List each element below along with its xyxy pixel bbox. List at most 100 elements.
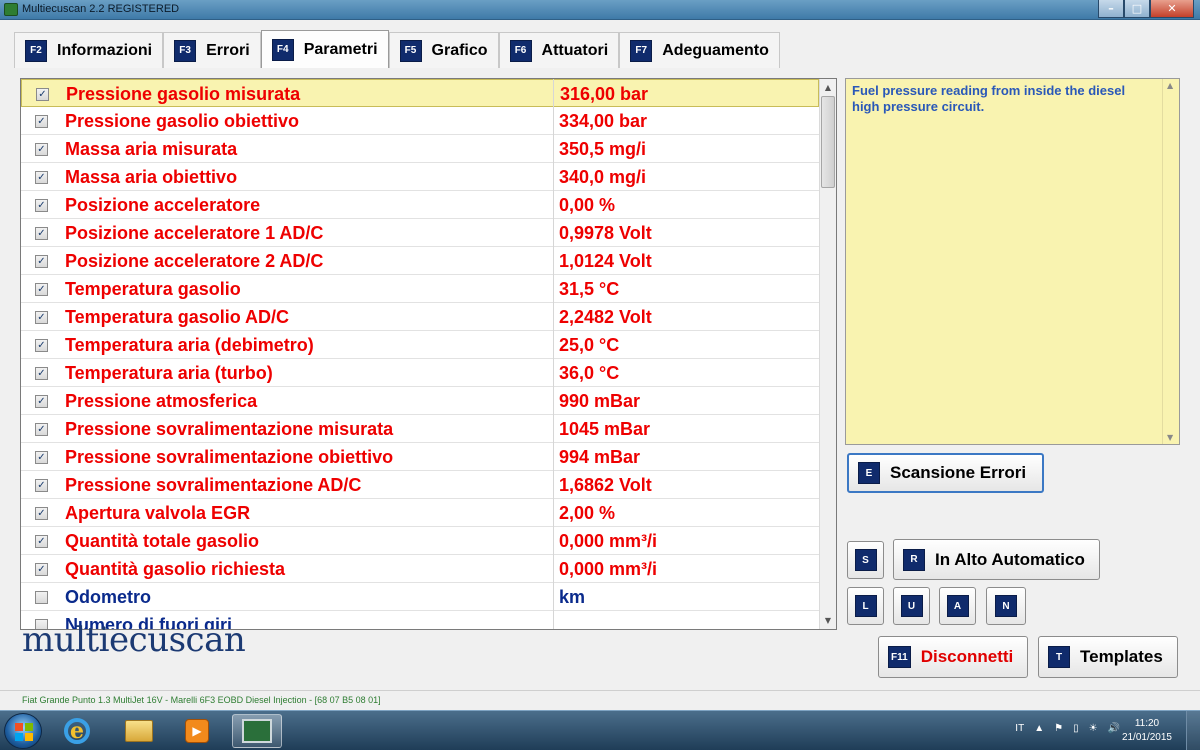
parameter-checkbox[interactable]: ✓: [35, 143, 48, 156]
auto-top-button[interactable]: R In Alto Automatico: [893, 539, 1100, 580]
tab-informazioni[interactable]: F2 Informazioni: [14, 32, 164, 68]
s-button[interactable]: S: [847, 541, 884, 579]
parameter-row[interactable]: ✓ Pressione atmosferica 990 mBar: [21, 387, 819, 415]
parameter-row[interactable]: ✓ Posizione acceleratore 2 AD/C 1,0124 Vol…: [21, 247, 819, 275]
media-player-icon: ▶: [185, 719, 209, 743]
parameter-row[interactable]: ✓ Temperatura aria (turbo) 36,0 °C: [21, 359, 819, 387]
close-button[interactable]: ✕: [1150, 0, 1194, 18]
title-bar[interactable]: Multiecuscan 2.2 REGISTERED – □ ✕: [0, 0, 1200, 20]
tab-label: Attuatori: [541, 41, 609, 59]
tab-attuatori[interactable]: F6 Attuatori: [498, 32, 620, 68]
parameter-checkbox[interactable]: ✓: [35, 563, 48, 576]
taskbar-internet-explorer[interactable]: e: [52, 714, 102, 748]
internet-explorer-icon: e: [64, 718, 90, 744]
parameter-row[interactable]: ✓ Pressione gasolio obiettivo 334,00 bar: [21, 107, 819, 135]
parameter-checkbox[interactable]: ✓: [35, 507, 48, 520]
tab-label: Adeguamento: [662, 41, 769, 59]
parameter-row[interactable]: ✓ Temperatura aria (debimetro) 25,0 °C: [21, 331, 819, 359]
parameter-row[interactable]: ✓ Massa aria misurata 350,5 mg/i: [21, 135, 819, 163]
key-badge: T: [1048, 646, 1070, 668]
parameter-checkbox[interactable]: ✓: [35, 339, 48, 352]
parameter-checkbox[interactable]: ✓: [35, 311, 48, 324]
tab-errori[interactable]: F3 Errori: [163, 32, 261, 68]
scroll-up-icon[interactable]: ▲: [1167, 81, 1173, 90]
parameter-checkbox[interactable]: ✓: [35, 255, 48, 268]
tab-parametri[interactable]: F4 Parametri: [260, 30, 389, 68]
parameter-row[interactable]: ✓ Pressione gasolio misurata 316,00 bar: [21, 79, 819, 107]
clock[interactable]: 11:20 21/01/2015: [1122, 717, 1172, 745]
maximize-button[interactable]: □: [1124, 0, 1150, 18]
button-label: Scansione Errori: [890, 463, 1027, 482]
parameter-row[interactable]: Odometro km: [21, 583, 819, 611]
parameter-row[interactable]: ✓ Temperatura gasolio AD/C 2,2482 Volt: [21, 303, 819, 331]
scroll-down-icon[interactable]: ▼: [820, 612, 836, 629]
fkey-badge: F2: [25, 39, 47, 62]
power-icon[interactable]: ☀: [1089, 723, 1098, 734]
parameter-value: 0,000 mm³/i: [559, 531, 658, 551]
parameter-value: 2,00 %: [559, 503, 616, 523]
taskbar-file-explorer[interactable]: [114, 714, 164, 748]
parameter-row[interactable]: ✓ Posizione acceleratore 0,00 %: [21, 191, 819, 219]
parameter-list[interactable]: Numero di fuori giri Odometro km ✓ Quantità …: [20, 78, 837, 630]
description-scrollbar[interactable]: ▲ ▼: [1162, 79, 1179, 444]
n-button[interactable]: N: [986, 587, 1026, 625]
parameter-checkbox[interactable]: ✓: [35, 367, 48, 380]
list-scrollbar[interactable]: ▲ ▼: [819, 79, 836, 629]
parameter-checkbox[interactable]: ✓: [35, 115, 48, 128]
u-button[interactable]: U: [893, 587, 930, 625]
parameter-checkbox[interactable]: ✓: [35, 451, 48, 464]
parameter-checkbox[interactable]: ✓: [35, 395, 48, 408]
parameter-row[interactable]: ✓ Apertura valvola EGR 2,00 %: [21, 499, 819, 527]
scroll-thumb[interactable]: [821, 96, 835, 188]
parameter-row[interactable]: ✓ Pressione sovralimentazione misurata 104…: [21, 415, 819, 443]
key-badge: E: [858, 462, 880, 484]
parameter-row[interactable]: ✓ Quantità gasolio richiesta 0,000 mm³/i: [21, 555, 819, 583]
parameter-value: 350,5 mg/i: [559, 139, 647, 159]
parameter-checkbox[interactable]: ✓: [35, 227, 48, 240]
description-text: Fuel pressure reading from inside the di…: [852, 83, 1126, 114]
parameter-value: 334,00 bar: [559, 111, 648, 131]
taskbar-multiecuscan[interactable]: [232, 714, 282, 748]
taskbar-media-player[interactable]: ▶: [172, 714, 222, 748]
parameter-checkbox[interactable]: ✓: [35, 423, 48, 436]
parameter-checkbox[interactable]: ✓: [35, 199, 48, 212]
parameter-checkbox[interactable]: [35, 591, 48, 604]
parameter-checkbox[interactable]: ✓: [36, 88, 49, 101]
show-hidden-icons-icon[interactable]: ▲: [1034, 723, 1044, 734]
scroll-down-icon[interactable]: ▼: [1167, 433, 1173, 442]
parameter-checkbox[interactable]: ✓: [35, 535, 48, 548]
tab-grafico[interactable]: F5 Grafico: [388, 32, 499, 68]
parameter-name: Odometro: [65, 587, 152, 607]
parameter-row[interactable]: ✓ Posizione acceleratore 1 AD/C 0,9978 Vol…: [21, 219, 819, 247]
scroll-up-icon[interactable]: ▲: [820, 79, 836, 96]
parameter-checkbox[interactable]: ✓: [35, 283, 48, 296]
disconnect-button[interactable]: F11 Disconnetti: [878, 636, 1028, 678]
parameter-row[interactable]: ✓ Massa aria obiettivo 340,0 mg/i: [21, 163, 819, 191]
show-desktop-button[interactable]: [1186, 711, 1200, 750]
language-indicator[interactable]: IT: [1015, 723, 1024, 734]
volume-icon[interactable]: 🔊: [1108, 723, 1120, 734]
parameter-row[interactable]: ✓ Pressione sovralimentazione obiettivo 99…: [21, 443, 819, 471]
folder-icon: [125, 720, 153, 742]
parameter-row[interactable]: ✓ Pressione sovralimentazione AD/C 1,6862 …: [21, 471, 819, 499]
usb-device-icon[interactable]: ▯: [1073, 723, 1079, 734]
action-center-flag-icon[interactable]: ⚑: [1054, 723, 1063, 734]
l-button[interactable]: L: [847, 587, 884, 625]
parameter-name: Massa aria obiettivo: [65, 167, 238, 187]
parameter-name: Temperatura aria (turbo): [65, 363, 273, 383]
a-button[interactable]: A: [939, 587, 976, 625]
minimize-button[interactable]: –: [1098, 0, 1124, 18]
parameter-row[interactable]: ✓ Temperatura gasolio 31,5 °C: [21, 275, 819, 303]
parameter-checkbox[interactable]: ✓: [35, 479, 48, 492]
main-window: F2 Informazioni F3 Errori F4 Parametri F…: [0, 20, 1200, 690]
scan-errors-button[interactable]: E Scansione Errori: [847, 453, 1044, 493]
parameter-value: km: [559, 587, 586, 607]
start-button[interactable]: [4, 713, 42, 749]
parameter-checkbox[interactable]: ✓: [35, 171, 48, 184]
templates-button[interactable]: T Templates: [1038, 636, 1178, 678]
tab-adeguamento[interactable]: F7 Adeguamento: [619, 32, 780, 68]
parameter-value: 0,9978 Volt: [559, 223, 652, 243]
parameter-row[interactable]: ✓ Quantità totale gasolio 0,000 mm³/i: [21, 527, 819, 555]
parameter-name: Posizione acceleratore: [65, 195, 261, 215]
key-badge: S: [854, 549, 877, 571]
